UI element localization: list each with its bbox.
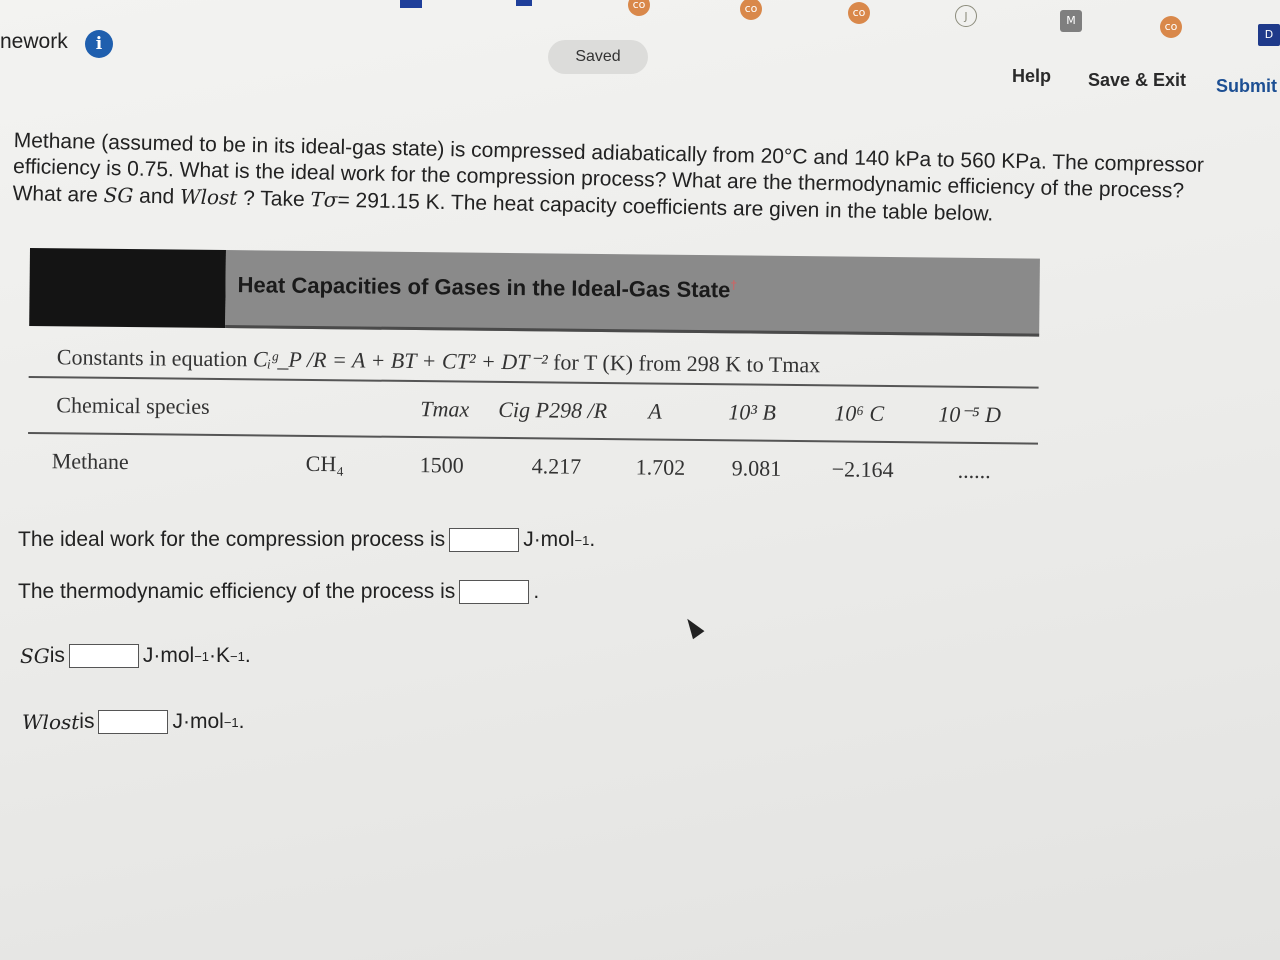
table-title-footnote-mark: † xyxy=(730,278,738,293)
column-header: Tmax xyxy=(420,396,470,422)
table-title: Heat Capacities of Gases in the Ideal-Ga… xyxy=(225,250,1040,337)
tmax-value: 1500 xyxy=(419,452,464,478)
cp298-value: 4.217 xyxy=(531,453,582,479)
question-text: Methane (assumed to be in its ideal-gas … xyxy=(12,128,1271,233)
table-header-bar: Heat Capacities of Gases in the Ideal-Ga… xyxy=(29,248,1040,337)
assignment-title: nework xyxy=(0,30,68,53)
table-header-dark-cell xyxy=(29,248,226,329)
column-header: Cig P298 /R xyxy=(498,396,608,424)
efficiency-input[interactable] xyxy=(459,580,530,604)
info-icon[interactable]: i xyxy=(85,30,113,58)
column-header: 10⁻⁵ D xyxy=(938,401,1002,428)
saved-status-badge: Saved xyxy=(548,40,648,74)
t-sigma-symbol: Tσ xyxy=(310,187,338,212)
top-bar: co co co J M co D nework i Saved Help Sa… xyxy=(0,0,1280,110)
sg-symbol: SG xyxy=(103,182,134,208)
column-header: A xyxy=(648,398,662,424)
a-value: 1.702 xyxy=(635,454,686,480)
tab-favicon-icon[interactable]: co xyxy=(628,0,650,16)
help-button[interactable]: Help xyxy=(1012,66,1051,87)
heat-capacity-table: Heat Capacities of Gases in the Ideal-Ga… xyxy=(27,248,1040,501)
wlost-symbol: Wlost xyxy=(179,184,238,210)
column-header: 10³ B xyxy=(728,399,776,425)
wlost-answer: Wlost is J·mol −1. xyxy=(22,710,245,734)
submit-button[interactable]: Submit xyxy=(1216,76,1277,97)
tab-indicator xyxy=(516,0,532,6)
browser-tab-icons: co co co J M co D xyxy=(0,0,1280,46)
sg-symbol: SG xyxy=(20,644,50,668)
mouse-cursor-icon xyxy=(681,614,705,640)
efficiency-answer: The thermodynamic efficiency of the proc… xyxy=(18,580,540,604)
d-value: ...... xyxy=(957,457,991,484)
tab-favicon-icon[interactable]: J xyxy=(955,5,977,27)
heat-capacity-equation: Cᵢᵍ_P /R = A + BT + CT² + DT⁻² xyxy=(252,346,548,375)
tab-favicon-icon[interactable]: co xyxy=(1160,16,1182,38)
column-header: Chemical species xyxy=(56,392,210,419)
tab-favicon-icon[interactable]: M xyxy=(1060,10,1082,32)
column-header: 10⁶ C xyxy=(834,400,885,426)
b-value: 9.081 xyxy=(731,455,782,481)
tab-favicon-icon[interactable]: co xyxy=(848,2,870,24)
wlost-input[interactable] xyxy=(98,710,169,734)
sg-input[interactable] xyxy=(68,644,139,668)
sg-answer: SG is J·mol −1 ·K −1. xyxy=(20,644,251,668)
c-value: −2.164 xyxy=(831,456,894,483)
ideal-work-input[interactable] xyxy=(449,528,520,552)
tab-favicon-icon[interactable]: co xyxy=(740,0,762,20)
table-row: Methane CH₄ 1500 4.217 1.702 9.081 −2.16… xyxy=(27,434,1038,501)
tab-favicon-icon[interactable]: D xyxy=(1258,24,1280,46)
species-name: Methane xyxy=(51,448,129,475)
tab-indicator xyxy=(400,0,422,8)
species-formula: CH₄ xyxy=(305,450,345,477)
save-exit-button[interactable]: Save & Exit xyxy=(1088,70,1186,91)
wlost-symbol: Wlost xyxy=(22,710,80,734)
ideal-work-answer: The ideal work for the compression proce… xyxy=(18,528,596,552)
